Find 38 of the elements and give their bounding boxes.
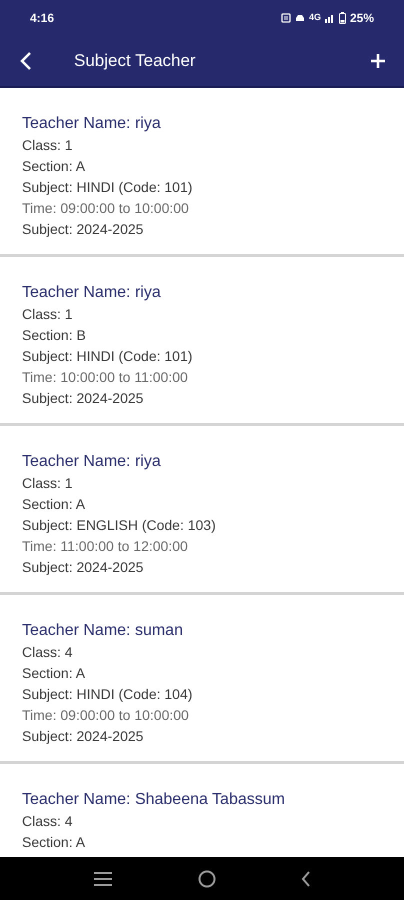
- detail-text: Section: B: [22, 326, 86, 345]
- back-icon[interactable]: [301, 870, 312, 888]
- teacher-name: Teacher Name: riya: [22, 283, 161, 303]
- detail-text: Subject: 2024-2025: [22, 389, 144, 408]
- detail-text: Subject: 2024-2025: [22, 558, 144, 577]
- detail-text: Subject: HINDI (Code: 101): [22, 347, 192, 366]
- detail-text: Class: 1: [22, 305, 73, 324]
- teacher-name: Teacher Name: riya: [22, 114, 161, 134]
- signal-icon: [324, 13, 335, 23]
- time-text: Time: 09:00:00 to 10:00:00: [22, 199, 189, 218]
- battery-level: 25%: [350, 10, 374, 27]
- teacher-name: Teacher Name: riya: [22, 452, 161, 472]
- detail-text: Class: 1: [22, 136, 73, 155]
- home-icon[interactable]: [198, 870, 216, 888]
- detail-text: Class: 4: [22, 643, 73, 662]
- add-button[interactable]: [368, 51, 388, 71]
- screen-title: Subject Teacher: [74, 50, 196, 72]
- detail-text: Subject: HINDI (Code: 104): [22, 685, 192, 704]
- status-time: 4:16: [30, 10, 54, 27]
- time-text: Time: 11:00:00 to 12:00:00: [22, 537, 188, 556]
- detail-text: Section: A: [22, 157, 86, 176]
- menu-icon[interactable]: [92, 870, 113, 886]
- teacher-name: Teacher Name: suman: [22, 621, 183, 641]
- time-text: Time: 10:00:00 to 11:00:00: [22, 368, 188, 387]
- time-text: Time: 09:00:00 to 10:00:00: [22, 706, 189, 725]
- network-type: 4G: [308, 11, 321, 24]
- detail-text: Section: A: [22, 833, 86, 852]
- notification-icon: [280, 13, 291, 23]
- detail-text: Subject: ENGLISH (Code: 103): [22, 516, 216, 535]
- battery-icon: [338, 12, 346, 24]
- detail-text: Section: A: [22, 495, 86, 514]
- detail-text: Class: 4: [22, 812, 73, 831]
- detail-text: Class: 1: [22, 474, 73, 493]
- detail-text: Subject: 2024-2025: [22, 727, 144, 746]
- detail-text: Subject: 2024-2025: [22, 220, 144, 239]
- teacher-name: Teacher Name: Shabeena Tabassum: [22, 790, 285, 810]
- detail-text: Subject: HINDI (Code: 101): [22, 178, 192, 197]
- detail-text: Section: A: [22, 664, 86, 683]
